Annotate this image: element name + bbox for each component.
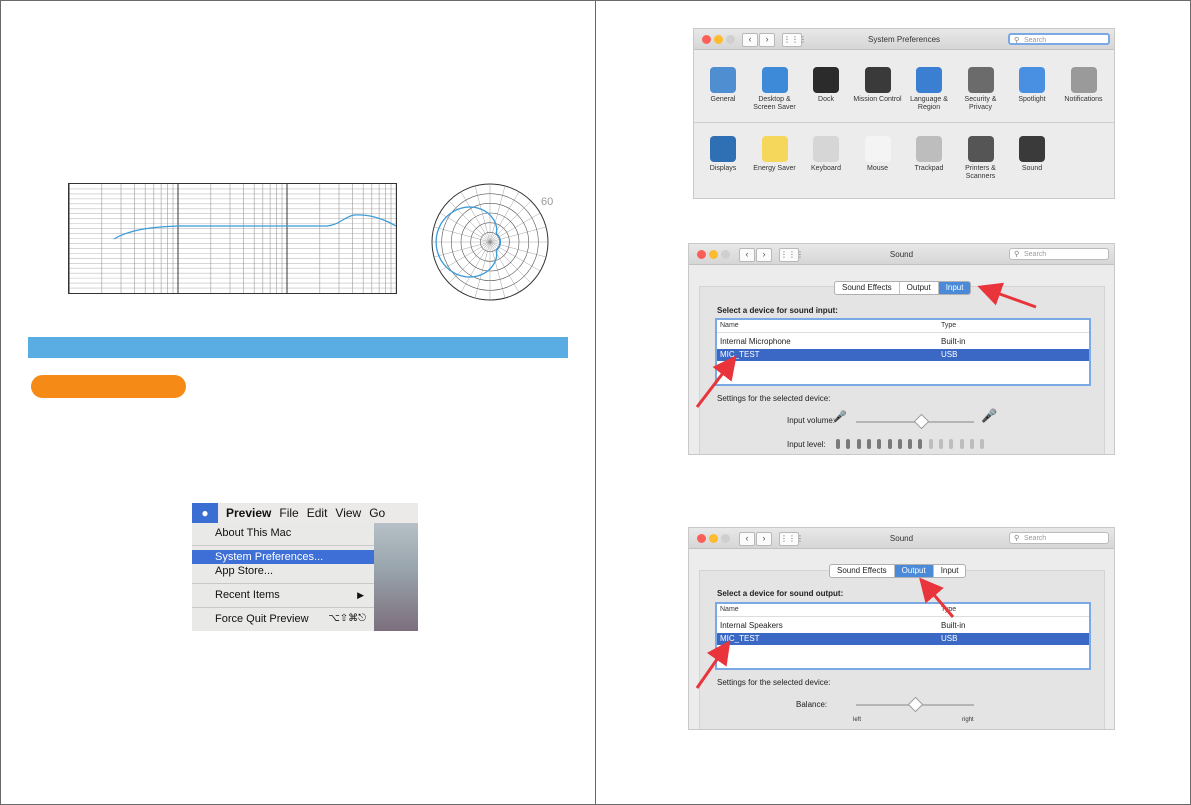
annotation-arrows: [695, 282, 1037, 689]
arrow-input-device: [695, 355, 737, 408]
arrow-input-tab: [977, 282, 1037, 309]
arrow-output-device: [695, 640, 731, 689]
arrow-output-tab: [919, 577, 955, 618]
